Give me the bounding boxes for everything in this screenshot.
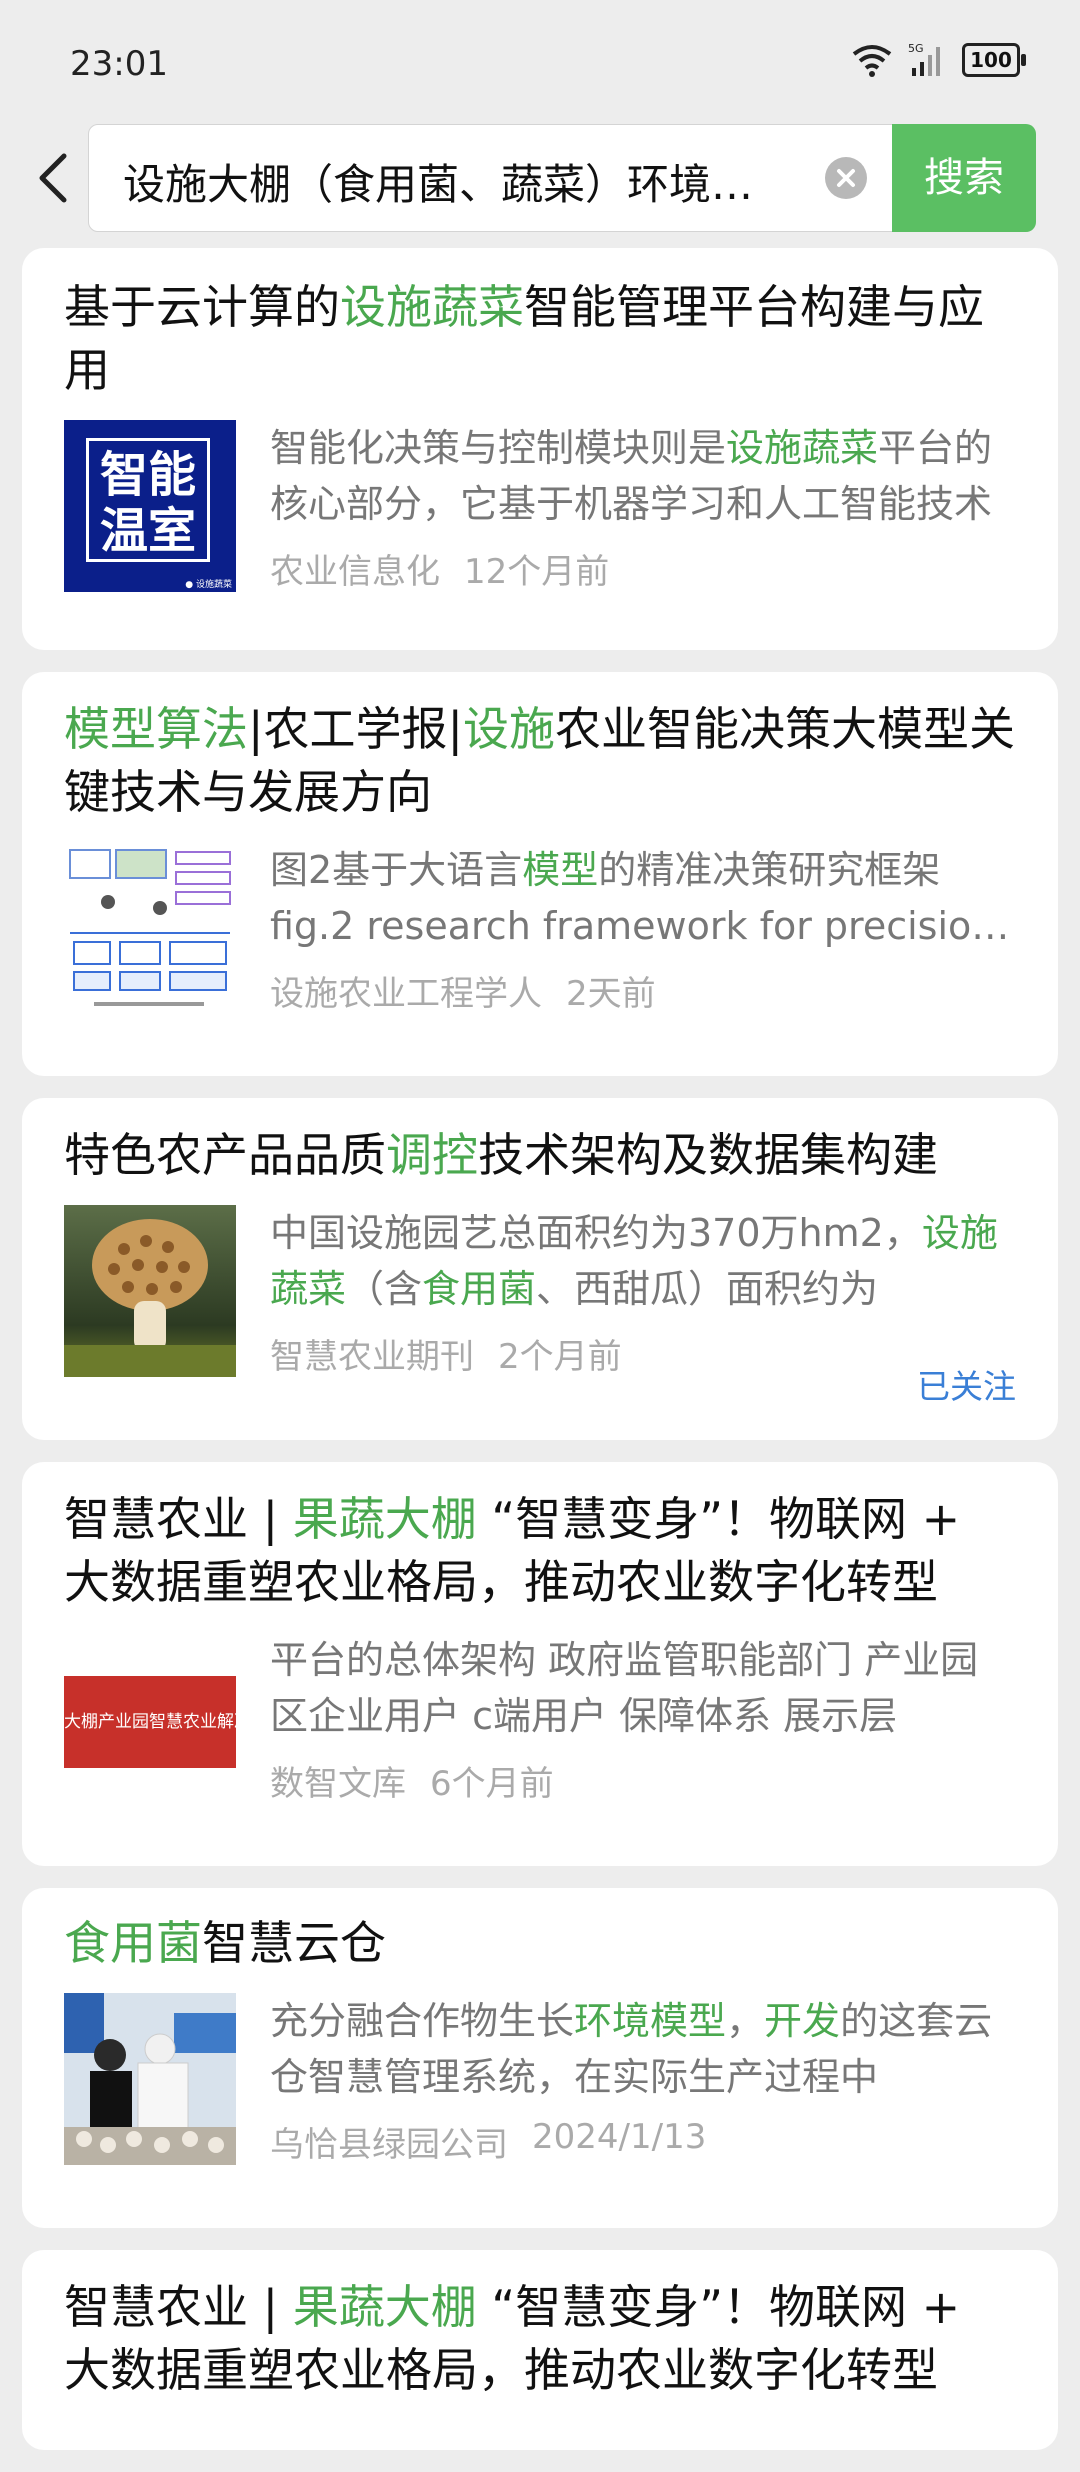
- result-source: 智慧农业期刊: [270, 1337, 474, 1377]
- result-snippet: 平台的总体架构 政府监管职能部门 产业园区企业用户 c端用户 保障体系 展示层: [270, 1638, 979, 1738]
- search-bar: 设施大棚（食用菌、蔬菜）环境模型开发 搜索: [0, 120, 1080, 236]
- results-list: 基于云计算的设施蔬菜智能管理平台构建与应用 智能温室 ● 设施蔬菜 智能化决策与…: [22, 248, 1058, 2472]
- svg-text:5G: 5G: [908, 42, 924, 55]
- result-card[interactable]: 智慧农业 | 果蔬大棚 “智慧变身”！物联网 + 大数据重塑农业格局，推动农业数…: [22, 2250, 1058, 2450]
- result-title[interactable]: 食用菌智慧云仓: [64, 1888, 1016, 1975]
- result-card[interactable]: 特色农产品品质调控技术架构及数据集构建 中国设施园艺总面积约为370万hm2，设…: [22, 1098, 1058, 1440]
- result-meta: 乌恰县绿园公司 2024/1/13: [270, 2117, 1016, 2166]
- result-title[interactable]: 智慧农业 | 果蔬大棚 “智慧变身”！物联网 + 大数据重塑农业格局，推动农业数…: [64, 1462, 1016, 1614]
- result-time: 2天前: [566, 974, 656, 1014]
- wifi-icon: [852, 45, 892, 77]
- result-meta: 智慧农业期刊 2个月前: [270, 1329, 1016, 1378]
- result-title[interactable]: 特色农产品品质调控技术架构及数据集构建: [64, 1098, 1016, 1187]
- search-query[interactable]: 设施大棚（食用菌、蔬菜）环境模型开发: [123, 151, 763, 212]
- back-arrow-icon[interactable]: [30, 150, 78, 206]
- battery-icon: 100: [962, 43, 1026, 77]
- status-bar: 23:01 5G 100: [0, 0, 1080, 120]
- result-snippet: 智能化决策与控制模块则是设施蔬菜平台的核心部分，它基于机器学习和人工智能技术: [270, 426, 993, 526]
- result-card[interactable]: 模型算法|农工学报|设施农业智能决策大模型关键技术与发展方向 图2基于大语言模型…: [22, 672, 1058, 1076]
- result-title[interactable]: 基于云计算的设施蔬菜智能管理平台构建与应用: [64, 248, 1016, 402]
- result-time: 6个月前: [430, 1764, 554, 1804]
- result-thumbnail: [64, 1993, 236, 2165]
- result-snippet: 图2基于大语言模型的精准决策研究框架 fig.2 research framew…: [270, 848, 996, 948]
- result-source: 农业信息化: [270, 552, 440, 592]
- thumbnail-text: 智能温室: [86, 438, 210, 562]
- followed-label[interactable]: 已关注: [917, 1360, 1016, 1408]
- status-icons: 5G 100: [850, 42, 1026, 78]
- result-time: 12个月前: [464, 552, 610, 592]
- result-card[interactable]: 智慧农业 | 果蔬大棚 “智慧变身”！物联网 + 大数据重塑农业格局，推动农业数…: [22, 1462, 1058, 1866]
- result-thumbnail: 大棚产业园智慧农业解决方案: [64, 1632, 236, 1804]
- result-source: 数智文库: [270, 1764, 406, 1804]
- result-thumbnail: [64, 842, 236, 1014]
- result-card[interactable]: 基于云计算的设施蔬菜智能管理平台构建与应用 智能温室 ● 设施蔬菜 智能化决策与…: [22, 248, 1058, 650]
- result-thumbnail: [64, 1205, 236, 1377]
- result-meta: 数智文库 6个月前: [270, 1756, 1016, 1805]
- search-button[interactable]: 搜索: [892, 124, 1036, 232]
- result-meta: 农业信息化 12个月前: [270, 544, 1016, 593]
- search-input[interactable]: 设施大棚（食用菌、蔬菜）环境模型开发: [88, 124, 894, 232]
- thumbnail-text: 大棚产业园智慧农业解决方案: [64, 1676, 236, 1768]
- status-time: 23:01: [70, 44, 168, 84]
- signal-icon: 5G: [908, 42, 940, 76]
- result-card[interactable]: 食用菌智慧云仓 充分融合作物生长环境模型，开发的这套云仓智慧管理系统，在实际生产…: [22, 1888, 1058, 2228]
- result-title[interactable]: 模型算法|农工学报|设施农业智能决策大模型关键技术与发展方向: [64, 672, 1016, 824]
- thumbnail-caption: ● 设施蔬菜: [185, 580, 232, 590]
- result-snippet: 中国设施园艺总面积约为370万hm2，设施蔬菜（含食用菌、西甜瓜）面积约为: [270, 1211, 998, 1311]
- result-thumbnail: 智能温室 ● 设施蔬菜: [64, 420, 236, 592]
- result-time: 2024/1/13: [532, 2117, 707, 2157]
- clear-icon[interactable]: [825, 157, 867, 199]
- result-meta: 设施农业工程学人 2天前: [270, 966, 1016, 1015]
- result-time: 2个月前: [498, 1337, 622, 1377]
- result-source: 设施农业工程学人: [270, 974, 542, 1014]
- result-title[interactable]: 智慧农业 | 果蔬大棚 “智慧变身”！物联网 + 大数据重塑农业格局，推动农业数…: [64, 2250, 1016, 2402]
- result-source: 乌恰县绿园公司: [270, 2125, 508, 2165]
- result-snippet: 充分融合作物生长环境模型，开发的这套云仓智慧管理系统，在实际生产过程中: [270, 1999, 993, 2099]
